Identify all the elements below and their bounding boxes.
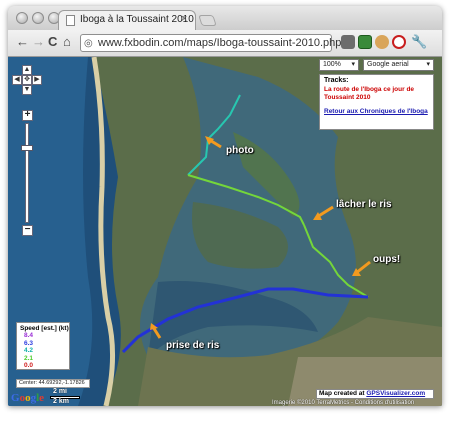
- zoom-slider-thumb[interactable]: [21, 145, 33, 151]
- zoom-select[interactable]: 100% ▾: [319, 59, 359, 71]
- url-text: www.fxbodin.com/maps/Iboga-toussaint-201…: [98, 37, 342, 49]
- track-segment-return: [121, 287, 369, 354]
- legend-value: 6.3: [24, 339, 34, 347]
- track-segment-east: [187, 174, 305, 226]
- label-oups: oups!: [373, 254, 401, 265]
- legend-title: Speed [est.] (kt): [20, 325, 69, 332]
- label-prise: prise de ris: [166, 340, 220, 351]
- pan-up-icon[interactable]: ▲: [22, 65, 32, 75]
- home-icon[interactable]: ⌂: [63, 35, 71, 49]
- track-segment-channel: [303, 224, 369, 298]
- zoom-out-button[interactable]: −: [22, 225, 33, 236]
- tab-close-icon[interactable]: ×: [181, 13, 187, 25]
- tab-title: Iboga à la Toussaint 2010: [80, 14, 194, 25]
- scale-bar: 2 mi 2 km: [50, 388, 84, 405]
- tracks-heading: Tracks:: [324, 77, 349, 84]
- map-type-value: Google aerial: [367, 61, 409, 68]
- legend-value: 8.4: [24, 332, 34, 339]
- pan-down-icon[interactable]: ▼: [22, 85, 32, 95]
- arrow-oups: [355, 260, 371, 275]
- chevron-down-icon: ▾: [351, 61, 355, 68]
- browser-toolbar: ← → C ⌂ ◎ www.fxbodin.com/maps/Iboga-tou…: [8, 30, 442, 57]
- pan-left-icon[interactable]: ◀: [12, 75, 22, 85]
- extension-printer-icon[interactable]: [341, 35, 355, 49]
- wrench-icon[interactable]: 🔧: [411, 35, 427, 49]
- map-credit: Map created at GPSVisualizer.com: [316, 389, 434, 399]
- center-coordinates: Center: 44.69292,-1.17826: [16, 379, 90, 388]
- map-navigation-control: ▲ ◀ ✥ ▶ ▼ + −: [12, 65, 42, 275]
- track-item[interactable]: La route de l'Iboga ce jour de Toussaint…: [324, 86, 429, 102]
- track-segment-north: [187, 94, 241, 176]
- google-logo: Google: [11, 392, 45, 404]
- page-icon: [66, 15, 75, 26]
- address-bar[interactable]: ◎ www.fxbodin.com/maps/Iboga-toussaint-2…: [80, 34, 341, 52]
- credit-link[interactable]: GPSVisualizer.com: [366, 390, 425, 397]
- speed-legend: Speed [est.] (kt) 8.4 6.3 4.2 2.1 0.0: [16, 322, 70, 370]
- map-type-select[interactable]: Google aerial ▾: [363, 59, 434, 71]
- new-tab-button[interactable]: [198, 15, 217, 26]
- globe-icon: ◎: [84, 38, 93, 49]
- label-lacher: lâcher le ris: [336, 199, 392, 210]
- pan-right-icon[interactable]: ▶: [32, 75, 42, 85]
- zoom-in-button[interactable]: +: [22, 110, 33, 121]
- back-icon[interactable]: ←: [16, 35, 29, 49]
- legend-value: 2.1: [24, 354, 34, 362]
- extension-green-icon[interactable]: [358, 35, 372, 49]
- scale-km: 2 km: [53, 398, 69, 405]
- zoom-select-value: 100%: [323, 61, 341, 68]
- back-link[interactable]: Retour aux Chroniques de l'Iboga: [324, 108, 429, 115]
- chevron-down-icon: ▾: [426, 61, 430, 68]
- map-view[interactable]: ▲ ◀ ✥ ▶ ▼ + − 100% ▾ Google aerial ▾ Tra…: [8, 57, 442, 406]
- browser-window: Iboga à la Toussaint 2010 × ← → C ⌂ ◎ ww…: [8, 6, 442, 406]
- extension-cookie-icon[interactable]: [375, 35, 389, 49]
- reload-icon[interactable]: C: [48, 35, 57, 49]
- copyright-text: Imagerie ©2010 TerraMetrics - Conditions…: [272, 400, 415, 406]
- title-bar: Iboga à la Toussaint 2010 ×: [8, 6, 442, 30]
- zoom-slider-track[interactable]: [25, 123, 29, 223]
- forward-icon[interactable]: →: [32, 35, 45, 49]
- close-window-button[interactable]: [16, 12, 28, 24]
- pan-center-icon[interactable]: ✥: [22, 75, 32, 85]
- minimize-window-button[interactable]: [32, 12, 44, 24]
- legend-value: 0.0: [24, 362, 34, 369]
- scale-miles: 2 mi: [53, 388, 68, 395]
- browser-tab[interactable]: Iboga à la Toussaint 2010 ×: [58, 10, 196, 30]
- credit-prefix: Map created at: [319, 390, 365, 397]
- label-photo: photo: [226, 145, 254, 156]
- legend-value: 4.2: [24, 347, 34, 354]
- extension-stop-icon[interactable]: [392, 35, 406, 49]
- tracks-panel: Tracks: La route de l'Iboga ce jour de T…: [319, 74, 434, 130]
